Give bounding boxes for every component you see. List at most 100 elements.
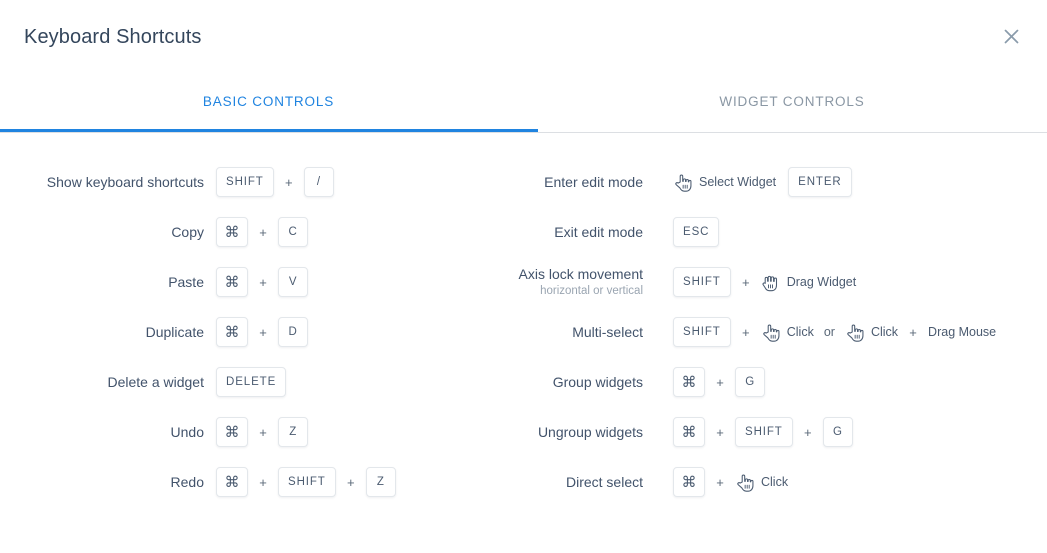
shortcut-row: Show keyboard shortcuts SHIFT + / (0, 157, 510, 207)
key-chip-command: ⌘ (216, 267, 248, 297)
key-chip: Z (366, 467, 396, 497)
shortcut-label: Axis lock movementhorizontal or vertical (510, 266, 643, 299)
plus-separator: + (282, 175, 296, 190)
key-chip-command: ⌘ (216, 417, 248, 447)
shortcut-label-text: Group widgets (553, 374, 643, 390)
shortcut-label-text: Ungroup widgets (538, 424, 643, 440)
shortcut-label: Delete a widget (0, 373, 216, 391)
key-chip: ENTER (788, 167, 851, 197)
shortcut-keys: ⌘ + SHIFT + Z (216, 467, 510, 497)
shortcut-label: Group widgets (510, 373, 643, 391)
shortcut-keys: ⌘+C (216, 217, 510, 247)
grab-hand-cursor-icon (761, 272, 781, 292)
key-chip: V (278, 267, 308, 297)
tab-basic-controls-label: BASIC CONTROLS (203, 94, 334, 109)
key-chip: SHIFT (216, 167, 274, 197)
page-title: Keyboard Shortcuts (24, 24, 201, 50)
shortcut-keys: ESC (673, 217, 1047, 247)
key-chip-command: ⌘ (673, 367, 705, 397)
key-chip: DELETE (216, 367, 286, 397)
tab-bar: BASIC CONTROLS WIDGET CONTROLS (0, 75, 1047, 133)
key-chip: SHIFT (278, 467, 336, 497)
plus-separator: + (256, 425, 270, 440)
plus-separator: + (713, 425, 727, 440)
shortcut-keys: ⌘ + Z (216, 417, 510, 447)
shortcut-label-text: Exit edit mode (554, 224, 643, 240)
plus-separator: + (256, 225, 270, 240)
keyboard-shortcuts-dialog: Keyboard Shortcuts BASIC CONTROLS WIDGET… (0, 0, 1047, 553)
pointing-hand-cursor-icon (761, 322, 781, 342)
pointing-hand-cursor-icon (845, 322, 865, 342)
shortcut-keys: SHIFT + Drag Widget (673, 267, 1047, 297)
shortcut-keys: ⌘ + V (216, 267, 510, 297)
shortcut-row: Direct select ⌘ + Click (510, 457, 1047, 507)
plus-separator: + (256, 475, 270, 490)
key-chip-command: ⌘ (216, 217, 248, 247)
mouse-action: Click (735, 472, 788, 492)
close-button[interactable] (999, 24, 1023, 48)
key-chip: G (823, 417, 853, 447)
tab-basic-controls[interactable]: BASIC CONTROLS (0, 75, 537, 132)
plus-separator: + (256, 275, 270, 290)
shortcut-label-text: Direct select (566, 474, 643, 490)
shortcut-label-subtext: horizontal or vertical (510, 284, 643, 299)
plus-separator: + (801, 425, 815, 440)
shortcut-label: Ungroup widgets (510, 423, 643, 441)
plus-separator: + (713, 375, 727, 390)
shortcut-row: Paste ⌘ + V (0, 257, 510, 307)
shortcut-row: Copy⌘+C (0, 207, 510, 257)
plus-separator: + (739, 325, 753, 340)
shortcut-row: Exit edit mode ESC (510, 207, 1047, 257)
close-icon (1002, 27, 1021, 46)
key-chip: SHIFT (673, 267, 731, 297)
key-chip: ESC (673, 217, 719, 247)
shortcut-label: Redo (0, 473, 216, 491)
plus-separator: + (256, 325, 270, 340)
mouse-action: Drag Widget (761, 272, 856, 292)
shortcut-label-text: Show keyboard shortcuts (47, 174, 204, 190)
mouse-action: Click (845, 322, 898, 342)
shortcut-label: Copy (0, 223, 216, 241)
shortcut-row: Redo⌘ + SHIFT + Z (0, 457, 510, 507)
shortcut-row: Group widgets ⌘ + G (510, 357, 1047, 407)
pointing-hand-cursor-icon (673, 172, 693, 192)
key-chip-command: ⌘ (216, 467, 248, 497)
widget-controls-column: Enter edit modeSelect WidgetENTERExit ed… (510, 157, 1047, 507)
shortcut-label: Direct select (510, 473, 643, 491)
shortcut-label: Duplicate (0, 323, 216, 341)
mouse-action: Click (761, 322, 814, 342)
shortcut-row: Ungroup widgets⌘+SHIFT+G (510, 407, 1047, 457)
shortcut-label: Show keyboard shortcuts (0, 173, 216, 191)
action-label: Drag Mouse (928, 325, 996, 339)
shortcut-keys: SHIFT+ClickorClick+Drag Mouse (673, 317, 1047, 347)
mouse-action: Select Widget (673, 172, 776, 192)
key-chip: G (735, 367, 765, 397)
basic-controls-column: Show keyboard shortcutsSHIFT+/Copy⌘+CPas… (0, 157, 510, 507)
shortcut-label-text: Paste (168, 274, 204, 290)
plus-separator: + (739, 275, 753, 290)
plus-separator: + (713, 475, 727, 490)
tab-widget-controls-label: WIDGET CONTROLS (719, 94, 864, 109)
plus-separator: + (906, 325, 920, 340)
shortcut-label-text: Copy (171, 224, 204, 240)
key-chip: Z (278, 417, 308, 447)
shortcut-keys: ⌘ + Click (673, 467, 1047, 497)
shortcut-row: Enter edit modeSelect WidgetENTER (510, 157, 1047, 207)
mouse-action-label: Click (761, 475, 788, 489)
shortcut-row: Axis lock movementhorizontal or vertical… (510, 257, 1047, 307)
shortcut-row: Multi-selectSHIFT+ClickorClick+Drag Mous… (510, 307, 1047, 357)
key-chip-command: ⌘ (673, 467, 705, 497)
dialog-body: Show keyboard shortcutsSHIFT+/Copy⌘+CPas… (0, 133, 1047, 507)
key-chip: / (304, 167, 334, 197)
tab-widget-controls[interactable]: WIDGET CONTROLS (537, 75, 1047, 132)
shortcut-keys: ⌘+SHIFT+G (673, 417, 1047, 447)
key-chip: SHIFT (735, 417, 793, 447)
key-chip: SHIFT (673, 317, 731, 347)
mouse-action-label: Click (787, 325, 814, 339)
shortcut-label-text: Multi-select (572, 324, 643, 340)
shortcut-label-text: Undo (171, 424, 204, 440)
shortcut-label: Exit edit mode (510, 223, 643, 241)
shortcut-row: Undo ⌘ + Z (0, 407, 510, 457)
plus-separator: + (344, 475, 358, 490)
shortcut-row: Delete a widgetDELETE (0, 357, 510, 407)
